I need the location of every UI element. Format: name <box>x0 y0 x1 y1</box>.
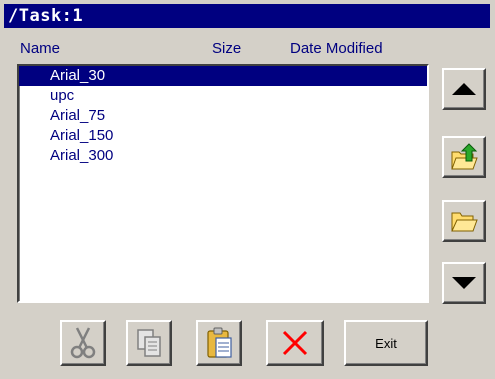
file-list[interactable]: Arial_30 upc Arial_75 Arial_150 Arial_30… <box>17 64 429 303</box>
file-list-item-upc[interactable]: upc <box>19 86 427 106</box>
scissors-icon <box>68 326 98 360</box>
delete-x-icon <box>280 328 310 358</box>
column-header-date-modified[interactable]: Date Modified <box>290 40 383 57</box>
scroll-up-button[interactable] <box>442 68 486 110</box>
delete-button[interactable] <box>266 320 324 366</box>
exit-button-label: Exit <box>375 335 397 351</box>
folder-icon <box>449 208 479 234</box>
clipboard-icon <box>204 326 234 360</box>
folder-up-icon <box>449 142 479 172</box>
parent-folder-button[interactable] <box>442 136 486 178</box>
file-list-item-arial-30[interactable]: Arial_30 <box>19 66 427 86</box>
exit-button[interactable]: Exit <box>344 320 428 366</box>
copy-button[interactable] <box>126 320 172 366</box>
file-list-item-arial-150[interactable]: Arial_150 <box>19 126 427 146</box>
file-manager-window: /Task:1 Name Size Date Modified Arial_30… <box>0 0 495 379</box>
cut-button[interactable] <box>60 320 106 366</box>
copy-icon <box>134 327 164 359</box>
column-header-name[interactable]: Name <box>20 40 60 57</box>
title-bar: /Task:1 <box>4 4 490 28</box>
column-header-size[interactable]: Size <box>212 40 241 57</box>
paste-button[interactable] <box>196 320 242 366</box>
file-list-item-arial-75[interactable]: Arial_75 <box>19 106 427 126</box>
file-list-item-arial-300[interactable]: Arial_300 <box>19 146 427 166</box>
triangle-up-icon <box>450 81 478 97</box>
triangle-down-icon <box>450 275 478 291</box>
scroll-down-button[interactable] <box>442 262 486 304</box>
open-folder-button[interactable] <box>442 200 486 242</box>
